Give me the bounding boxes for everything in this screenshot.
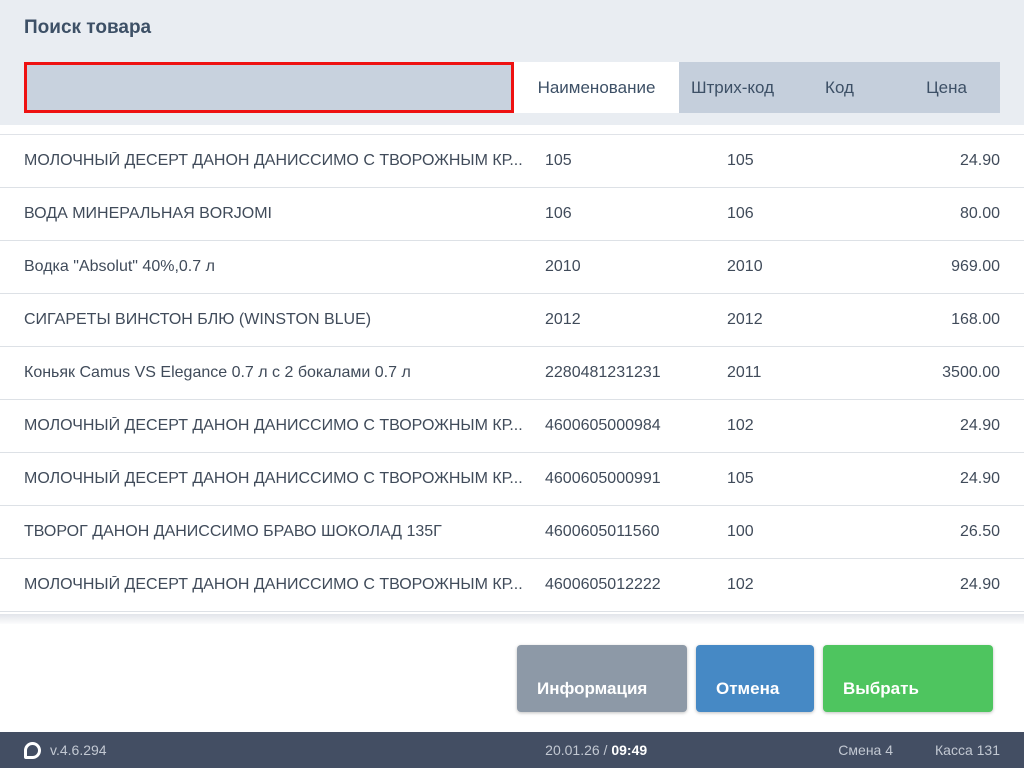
product-code: 2010 (727, 258, 907, 276)
product-price: 24.90 (907, 152, 1000, 170)
search-input[interactable] (24, 62, 514, 113)
tab-name[interactable]: Наименование (514, 62, 679, 113)
product-name: ТВОРОГ ДАНОН ДАНИССИМО БРАВО ШОКОЛАД 135… (24, 523, 545, 541)
product-code: 2011 (727, 364, 907, 382)
status-right: Смена 4 Касса 131 (838, 742, 1000, 758)
status-datetime: 20.01.26 / 09:49 (354, 742, 838, 758)
product-name: МОЛОЧНЫЙ ДЕСЕРТ ДАНОН ДАНИССИМО С ТВОРОЖ… (24, 417, 545, 435)
status-separator: / (604, 742, 608, 758)
product-barcode: 105 (545, 152, 727, 170)
product-price: 24.90 (907, 470, 1000, 488)
tab-code[interactable]: Код (786, 62, 893, 113)
product-name: Водка "Absolut" 40%,0.7 л (24, 258, 545, 276)
product-name: МОЛОЧНЫЙ ДЕСЕРТ ДАНОН ДАНИССИМО С ТВОРОЖ… (24, 576, 545, 594)
status-left: v.4.6.294 (24, 742, 354, 759)
status-bar: v.4.6.294 20.01.26 / 09:49 Смена 4 Касса… (0, 732, 1024, 768)
product-code: 102 (727, 576, 907, 594)
table-row[interactable]: ТВОРОГ ДАНОН ДАНИССИМО БРАВО ШОКОЛАД 135… (0, 506, 1024, 559)
product-barcode: 2010 (545, 258, 727, 276)
table-row[interactable]: ВОДА МИНЕРАЛЬНАЯ BORJOMI 106 106 80.00 (0, 188, 1024, 241)
table-row[interactable]: Коньяк Camus VS Elegance 0.7 л с 2 бокал… (0, 347, 1024, 400)
table-row[interactable]: СИГАРЕТЫ ВИНСТОН БЛЮ (WINSTON BLUE) 2012… (0, 294, 1024, 347)
table-row[interactable]: МОЛОЧНЫЙ ДЕСЕРТ ДАНОН ДАНИССИМО С ТВОРОЖ… (0, 559, 1024, 612)
status-date: 20.01.26 (545, 742, 600, 758)
table-row[interactable]: МОЛОЧНЫЙ ДЕСЕРТ ДАНОН ДАНИССИМО С ТВОРОЖ… (0, 453, 1024, 506)
app-logo-icon (24, 742, 41, 759)
product-code: 2012 (727, 311, 907, 329)
product-price: 168.00 (907, 311, 1000, 329)
product-code: 105 (727, 152, 907, 170)
cancel-button[interactable]: Отмена (696, 645, 814, 712)
product-name: МОЛОЧНЫЙ ДЕСЕРТ ДАНОН ДАНИССИМО С ТВОРОЖ… (24, 470, 545, 488)
select-button[interactable]: Выбрать (823, 645, 993, 712)
search-controls: Наименование Штрих-код Код Цена (24, 62, 1000, 113)
product-barcode: 4600605011560 (545, 523, 727, 541)
product-barcode: 106 (545, 205, 727, 223)
shift-label: Смена 4 (838, 742, 893, 758)
product-barcode: 2280481231231 (545, 364, 727, 382)
product-barcode: 2012 (545, 311, 727, 329)
tab-barcode[interactable]: Штрих-код (679, 62, 786, 113)
action-buttons: Информация Отмена Выбрать (517, 645, 993, 712)
product-price: 969.00 (907, 258, 1000, 276)
product-price: 24.90 (907, 576, 1000, 594)
product-search-screen: Поиск товара Наименование Штрих-код Код … (0, 0, 1024, 768)
product-code: 102 (727, 417, 907, 435)
app-version: v.4.6.294 (50, 742, 107, 758)
table-bottom-shadow (0, 614, 1024, 624)
register-label: Касса 131 (935, 742, 1000, 758)
product-barcode: 4600605000984 (545, 417, 727, 435)
product-code: 100 (727, 523, 907, 541)
product-name: МОЛОЧНЫЙ ДЕСЕРТ ДАНОН ДАНИССИМО С ТВОРОЖ… (24, 152, 545, 170)
product-barcode: 4600605012222 (545, 576, 727, 594)
product-name: Коньяк Camus VS Elegance 0.7 л с 2 бокал… (24, 364, 545, 382)
tab-price[interactable]: Цена (893, 62, 1000, 113)
product-price: 80.00 (907, 205, 1000, 223)
status-time: 09:49 (611, 742, 647, 758)
search-mode-tabs: Наименование Штрих-код Код Цена (514, 62, 1000, 113)
table-row[interactable]: МОЛОЧНЫЙ ДЕСЕРТ ДАНОН ДАНИССИМО С ТВОРОЖ… (0, 400, 1024, 453)
product-barcode: 4600605000991 (545, 470, 727, 488)
product-name: СИГАРЕТЫ ВИНСТОН БЛЮ (WINSTON BLUE) (24, 311, 545, 329)
product-price: 3500.00 (907, 364, 1000, 382)
product-code: 105 (727, 470, 907, 488)
product-table: МОЛОЧНЫЙ ДЕСЕРТ ДАНОН ДАНИССИМО С ТВОРОЖ… (0, 134, 1024, 612)
table-row[interactable]: Водка "Absolut" 40%,0.7 л 2010 2010 969.… (0, 241, 1024, 294)
page-title: Поиск товара (24, 17, 151, 39)
information-button[interactable]: Информация (517, 645, 687, 712)
product-name: ВОДА МИНЕРАЛЬНАЯ BORJOMI (24, 205, 545, 223)
top-panel: Поиск товара Наименование Штрих-код Код … (0, 0, 1024, 125)
table-row[interactable]: МОЛОЧНЫЙ ДЕСЕРТ ДАНОН ДАНИССИМО С ТВОРОЖ… (0, 135, 1024, 188)
product-price: 24.90 (907, 417, 1000, 435)
product-code: 106 (727, 205, 907, 223)
product-price: 26.50 (907, 523, 1000, 541)
